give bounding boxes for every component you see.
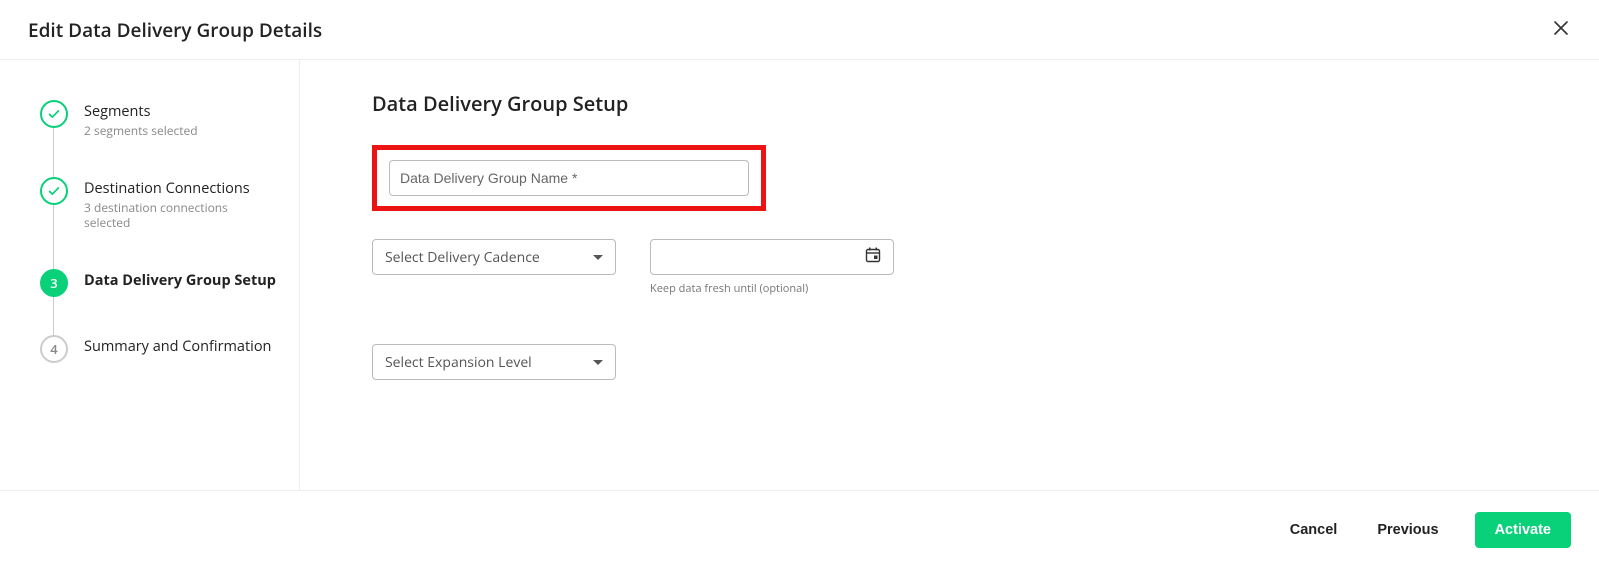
step-list: Segments 2 segments selected Destination… [40,100,279,363]
step-title: Segments [84,103,198,121]
stepper-sidebar: Segments 2 segments selected Destination… [0,60,300,490]
step-number-icon: 3 [40,269,68,297]
step-connector [53,297,54,337]
step-destination-connections[interactable]: Destination Connections 3 destination co… [40,177,279,269]
group-name-input[interactable] [400,170,738,186]
select-placeholder: Select Expansion Level [385,353,532,372]
keep-fresh-until-date[interactable] [650,239,894,275]
check-icon [40,177,68,205]
group-name-field[interactable] [389,160,749,196]
select-placeholder: Select Delivery Cadence [385,248,540,267]
step-summary-confirmation[interactable]: 4 Summary and Confirmation [40,335,279,363]
step-subtitle: 3 destination connections selected [84,200,254,231]
step-connector [53,205,54,271]
step-title: Destination Connections [84,180,254,198]
date-helper-text: Keep data fresh until (optional) [650,281,894,296]
activate-button[interactable]: Activate [1475,512,1571,548]
step-title: Summary and Confirmation [84,338,271,356]
check-icon [40,100,68,128]
dialog-header: Edit Data Delivery Group Details [0,0,1599,60]
step-data-delivery-group-setup[interactable]: 3 Data Delivery Group Setup [40,269,279,335]
dialog-footer: Cancel Previous Activate [0,490,1599,568]
close-icon [1554,19,1568,40]
step-number-icon: 4 [40,335,68,363]
step-title: Data Delivery Group Setup [84,272,276,290]
chevron-down-icon [593,255,603,260]
step-segments[interactable]: Segments 2 segments selected [40,100,279,177]
step-connector [53,128,54,179]
cancel-button[interactable]: Cancel [1286,514,1342,546]
step-subtitle: 2 segments selected [84,123,198,139]
dialog-title: Edit Data Delivery Group Details [28,17,322,43]
expansion-level-select[interactable]: Select Expansion Level [372,344,616,380]
close-button[interactable] [1547,16,1575,44]
chevron-down-icon [593,360,603,365]
page-title: Data Delivery Group Setup [372,90,1559,117]
main-panel: Data Delivery Group Setup Select Deliver… [300,60,1599,490]
calendar-icon [865,246,881,268]
previous-button[interactable]: Previous [1373,514,1442,546]
highlighted-name-field [372,145,766,211]
delivery-cadence-select[interactable]: Select Delivery Cadence [372,239,616,275]
